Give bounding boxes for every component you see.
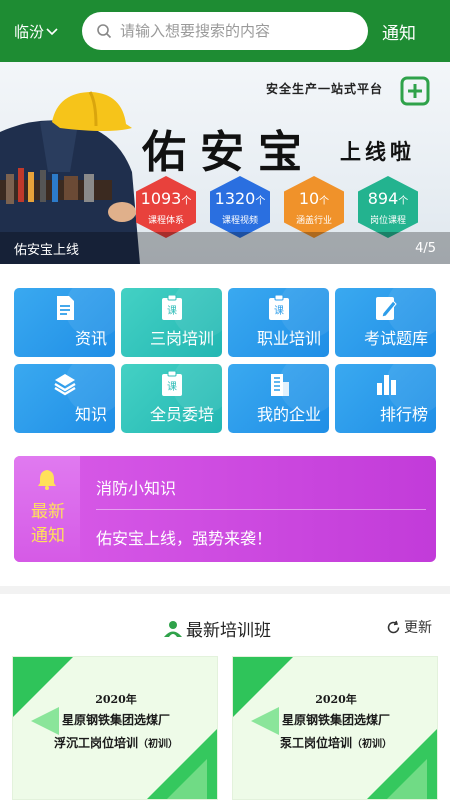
course-name: 泵工岗位培训（初训）	[279, 736, 392, 750]
brand-title: 佑安宝	[142, 127, 316, 178]
city-selector[interactable]: 临汾	[14, 21, 58, 42]
svg-text:课: 课	[167, 381, 177, 393]
banner-page-indicator: 4/5	[415, 240, 436, 256]
tile-news[interactable]: 资讯	[14, 288, 115, 357]
tile-exam-bank[interactable]: 考试题库	[335, 288, 436, 357]
banner-caption-bar: 佑安宝上线 4/5	[0, 232, 450, 264]
course-clipboard-icon: 课	[161, 371, 182, 396]
notice-item[interactable]: 消防小知识	[96, 475, 176, 499]
latest-notice-title: 最新 通知	[31, 502, 65, 546]
section-separator	[0, 586, 450, 594]
notice-item[interactable]: 佑安宝上线，强势来袭！	[96, 525, 272, 549]
course-card[interactable]: 2020年 星原钢铁集团选煤厂 泵工岗位培训（初训）	[232, 656, 438, 800]
brand-subtitle: 上线啦	[340, 139, 415, 164]
training-section-header: 最新培训班 更新	[0, 608, 450, 644]
search-icon	[97, 24, 112, 39]
platform-tagline: 安全生产一站式平台	[266, 82, 384, 96]
platform-logo-icon	[400, 76, 430, 106]
refresh-icon	[387, 620, 400, 633]
course-year: 2020年	[315, 693, 357, 706]
course-company: 星原钢铁集团选煤厂	[61, 713, 170, 727]
top-header: 临汾 通知	[0, 0, 450, 62]
section-title: 最新培训班	[163, 616, 271, 641]
notice-button[interactable]: 通知	[382, 19, 416, 44]
building-icon	[270, 374, 289, 396]
document-icon	[56, 296, 74, 320]
exam-pencil-icon	[375, 297, 397, 320]
tile-my-company[interactable]: 我的企业	[228, 364, 329, 433]
course-name: 浮沉工岗位培训（初训）	[53, 736, 178, 750]
layers-icon	[53, 374, 76, 396]
training-logo-icon	[164, 620, 182, 637]
stat-course-video: 1320个 课程视频	[210, 176, 270, 238]
promo-banner[interactable]: 安全生产一站式平台 佑安宝 上线啦 1093个 课程体系 1320个 课程视频 …	[0, 62, 450, 264]
refresh-button[interactable]: 更新	[386, 617, 432, 637]
course-card[interactable]: 2020年 星原钢铁集团选煤厂 浮沉工岗位培训（初训）	[12, 656, 218, 800]
course-clipboard-icon: 课	[268, 295, 289, 320]
stat-industries: 10个 涵盖行业	[284, 176, 344, 238]
bell-icon	[38, 470, 56, 490]
svg-text:课: 课	[167, 305, 177, 317]
tile-leaderboard[interactable]: 排行榜	[335, 364, 436, 433]
svg-text:课: 课	[274, 305, 284, 317]
search-bar[interactable]	[82, 12, 368, 50]
tile-vocational-training[interactable]: 课 职业培训	[228, 288, 329, 357]
bar-chart-icon	[376, 375, 396, 395]
tile-three-post-training[interactable]: 课 三岗培训	[121, 288, 222, 357]
divider	[96, 509, 426, 510]
banner-caption: 佑安宝上线	[14, 242, 80, 258]
chevron-down-icon	[46, 27, 58, 35]
tile-knowledge[interactable]: 知识	[14, 364, 115, 433]
course-company: 星原钢铁集团选煤厂	[281, 713, 390, 727]
course-clipboard-icon: 课	[161, 295, 182, 320]
latest-notice-badge: 最新 通知	[14, 456, 80, 562]
city-label: 临汾	[14, 23, 45, 41]
course-year: 2020年	[95, 693, 137, 706]
stat-position-courses: 894个 岗位课程	[358, 176, 418, 238]
search-input[interactable]	[120, 22, 360, 40]
tile-all-staff-training[interactable]: 课 全员委培	[121, 364, 222, 433]
latest-notice-card: 最新 通知 消防小知识 佑安宝上线，强势来袭！	[14, 456, 436, 562]
